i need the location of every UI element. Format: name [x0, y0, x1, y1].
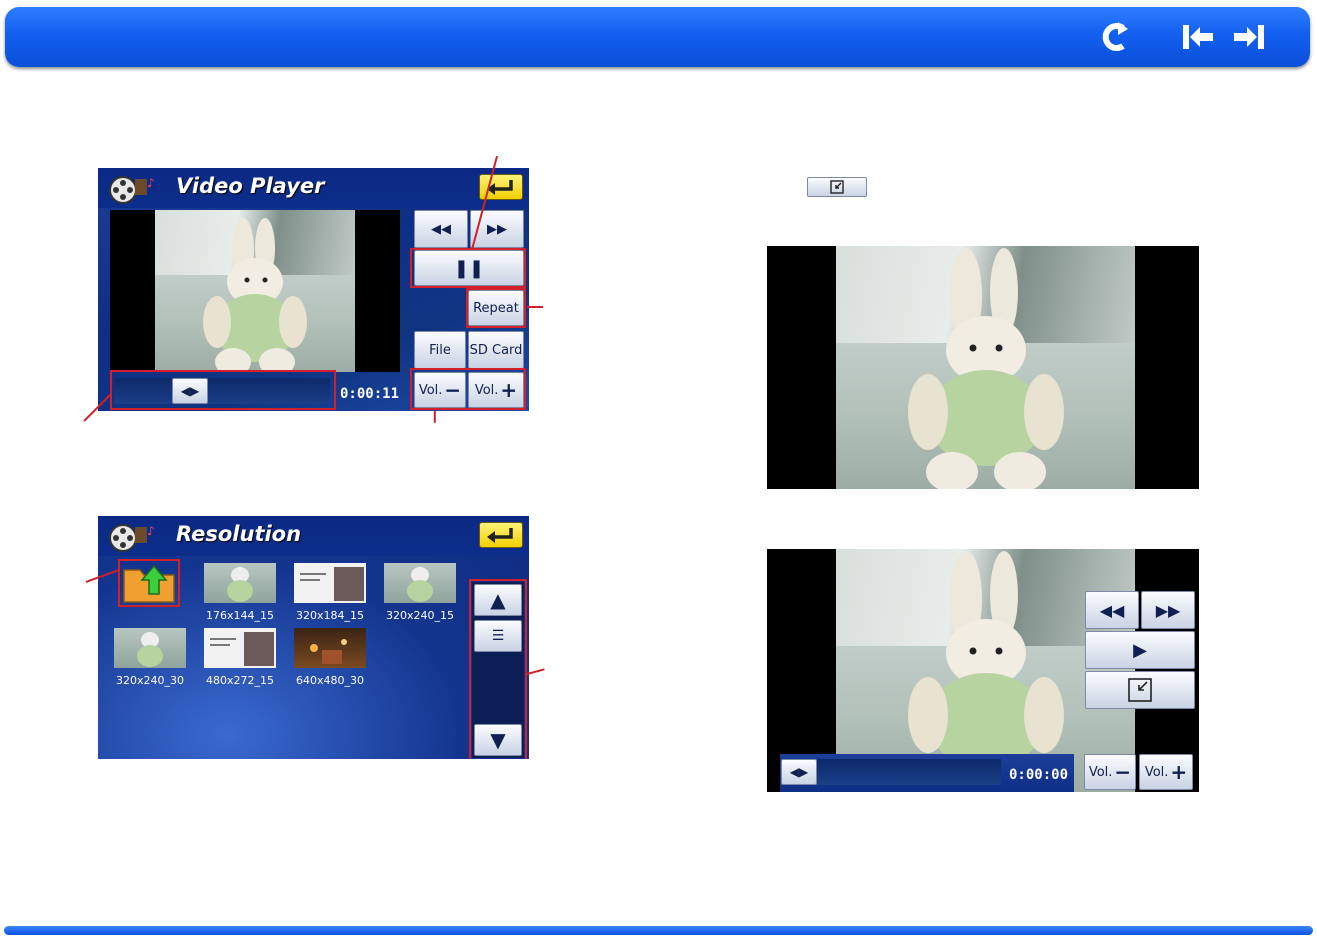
file-name: 320x240_30 [116, 674, 184, 687]
bunny-thumbnail-image [227, 567, 253, 602]
next-page-button[interactable] [1231, 19, 1267, 55]
triangle-down-icon: ▼ [490, 728, 506, 752]
scrollbar-thumb[interactable]: ☰ [474, 620, 522, 652]
top-navigation-bar [5, 7, 1310, 67]
screen-title: Video Player [176, 174, 325, 198]
bottom-divider [4, 926, 1313, 935]
svg-text:♪: ♪ [147, 524, 155, 538]
repeat-callout-line [527, 306, 543, 308]
volume-down-button[interactable]: Vol. − [1084, 754, 1136, 790]
file-thumbnail[interactable] [294, 628, 366, 668]
enter-return-icon [487, 528, 513, 543]
minus-icon: − [1114, 760, 1132, 784]
seek-bar[interactable]: ◀▶ [781, 759, 1001, 785]
refresh-button[interactable] [1097, 19, 1133, 55]
file-name: 320x240_15 [386, 609, 454, 622]
night-scene-thumbnail-image [310, 639, 347, 664]
triangle-up-icon: ▲ [490, 588, 506, 612]
file-thumbnail[interactable] [384, 563, 456, 603]
fullscreen-toggle-button[interactable] [807, 177, 867, 197]
film-reel-icon: ♪ [109, 176, 155, 204]
screen-title: Resolution [176, 522, 302, 546]
bunny-thumbnail-image [407, 567, 433, 602]
fullscreen-icon [830, 180, 844, 194]
arrow-left-icon [1183, 25, 1213, 49]
file-thumbnail[interactable] [204, 628, 276, 668]
seek-slider-handle[interactable]: ◀▶ [172, 378, 208, 404]
playback-time: 0:00:00 [1009, 767, 1069, 783]
previous-page-button[interactable] [1180, 19, 1216, 55]
arrow-right-icon [1234, 25, 1264, 49]
volume-down-button[interactable]: Vol. − [414, 372, 466, 408]
resolution-titlebar: ♪ Resolution [98, 516, 529, 556]
fullscreen-video-display [767, 246, 1199, 489]
bunny-image [203, 218, 307, 372]
film-reel-icon: ♪ [109, 524, 155, 552]
file-thumbnail[interactable] [294, 563, 366, 603]
file-list-scrollbar[interactable]: ▲ ☰ ▼ [472, 582, 524, 758]
volume-up-button[interactable]: Vol. + [1139, 754, 1193, 790]
minus-icon: − [444, 378, 462, 402]
video-frame [836, 246, 1135, 489]
back-button[interactable] [479, 522, 523, 548]
folder-up-icon [123, 564, 175, 603]
scroll-up-button[interactable]: ▲ [474, 584, 522, 616]
svg-text:♪: ♪ [147, 176, 155, 190]
rewind-button[interactable]: ◀◀ [414, 210, 468, 248]
grip-lines-icon: ☰ [491, 628, 505, 644]
video-display [110, 210, 400, 372]
scroll-down-button[interactable]: ▼ [474, 724, 522, 756]
volume-up-button[interactable]: Vol. + [468, 372, 524, 408]
volume-up-label: Vol. [1144, 764, 1169, 780]
seek-slider-handle[interactable]: ◀▶ [781, 759, 817, 785]
resolution-screen: ♪ Resolution 176x144_15 320x184_15 320x2… [98, 516, 529, 759]
parent-folder-button[interactable] [120, 560, 178, 606]
scrollbar-callout-line [526, 668, 545, 675]
video-player-titlebar: ♪ Video Player [98, 168, 529, 208]
video-frame [155, 210, 355, 372]
volume-down-label: Vol. [418, 382, 443, 398]
bunny-thumbnail-image [137, 632, 163, 667]
fullscreen-icon [1128, 678, 1152, 702]
file-name: 480x272_15 [206, 674, 274, 687]
repeat-button[interactable]: Repeat [468, 290, 524, 326]
file-button[interactable]: File [414, 331, 466, 369]
document-thumbnail-image [300, 567, 364, 601]
refresh-icon [1102, 22, 1128, 51]
fullscreen-player-with-controls: ◀◀ ▶▶ ▶ ◀▶ 0:00:00 Vol. − Vol. + [767, 549, 1199, 792]
plus-icon: + [1170, 760, 1188, 784]
pause-button[interactable]: ❚❚ [414, 250, 524, 286]
bunny-image [908, 248, 1064, 489]
file-name: 320x184_15 [296, 609, 364, 622]
volume-up-label: Vol. [474, 382, 499, 398]
document-thumbnail-image [210, 632, 274, 666]
file-thumbnail[interactable] [114, 628, 186, 668]
fast-forward-button[interactable]: ▶▶ [1141, 591, 1195, 629]
sd-card-button[interactable]: SD Card [468, 331, 524, 369]
volume-callout-line [434, 410, 436, 423]
rewind-button[interactable]: ◀◀ [1085, 591, 1139, 629]
plus-icon: + [500, 378, 518, 402]
file-name: 176x144_15 [206, 609, 274, 622]
file-thumbnail[interactable] [204, 563, 276, 603]
playback-time: 0:00:11 [340, 386, 400, 402]
video-player-screen: ♪ Video Player ◀◀ ▶▶ ❚❚ Repeat File SD C… [98, 168, 529, 411]
seek-bar[interactable]: ◀▶ [114, 378, 330, 404]
play-button[interactable]: ▶ [1085, 631, 1195, 669]
file-name: 640x480_30 [296, 674, 364, 687]
volume-down-label: Vol. [1088, 764, 1113, 780]
exit-fullscreen-button[interactable] [1085, 671, 1195, 709]
